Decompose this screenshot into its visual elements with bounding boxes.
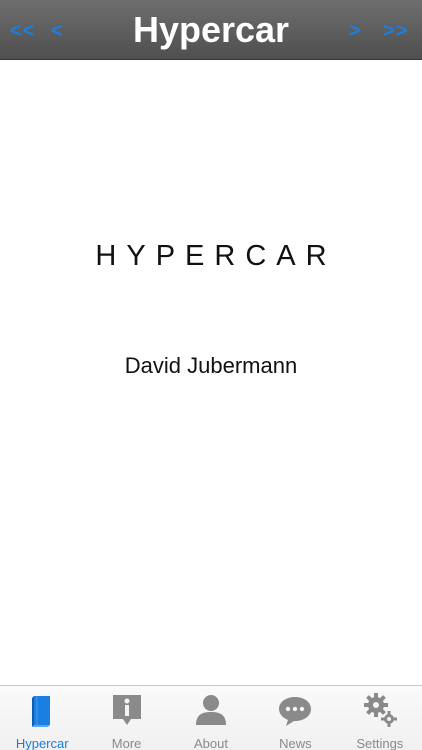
tab-label: Hypercar	[15, 736, 69, 750]
book-author: David Jubermann	[124, 353, 298, 378]
last-page-button[interactable]: >>	[383, 20, 408, 43]
tab-settings[interactable]: Settings	[338, 686, 422, 750]
header-bar: << < Hypercar > >>	[0, 0, 422, 60]
tab-more[interactable]: More	[84, 686, 168, 750]
gears-icon	[363, 693, 397, 727]
tab-news[interactable]: News	[253, 686, 337, 750]
person-icon	[196, 695, 227, 725]
book-title: HYPERCAR	[95, 240, 337, 272]
chat-bubble-icon	[279, 697, 312, 726]
next-page-button[interactable]: >	[349, 20, 362, 43]
tab-label: News	[279, 736, 312, 750]
tab-label: About	[194, 736, 228, 750]
tab-hypercar[interactable]: Hypercar	[0, 686, 84, 750]
tab-label: Settings	[356, 736, 404, 750]
book-icon	[32, 696, 51, 727]
tab-about[interactable]: About	[169, 686, 253, 750]
info-icon	[112, 695, 141, 725]
tab-bar: Hypercar More About News Settings	[0, 685, 422, 750]
tab-label: More	[111, 736, 142, 750]
book-cover-page: HYPERCAR David Jubermann	[0, 61, 422, 685]
